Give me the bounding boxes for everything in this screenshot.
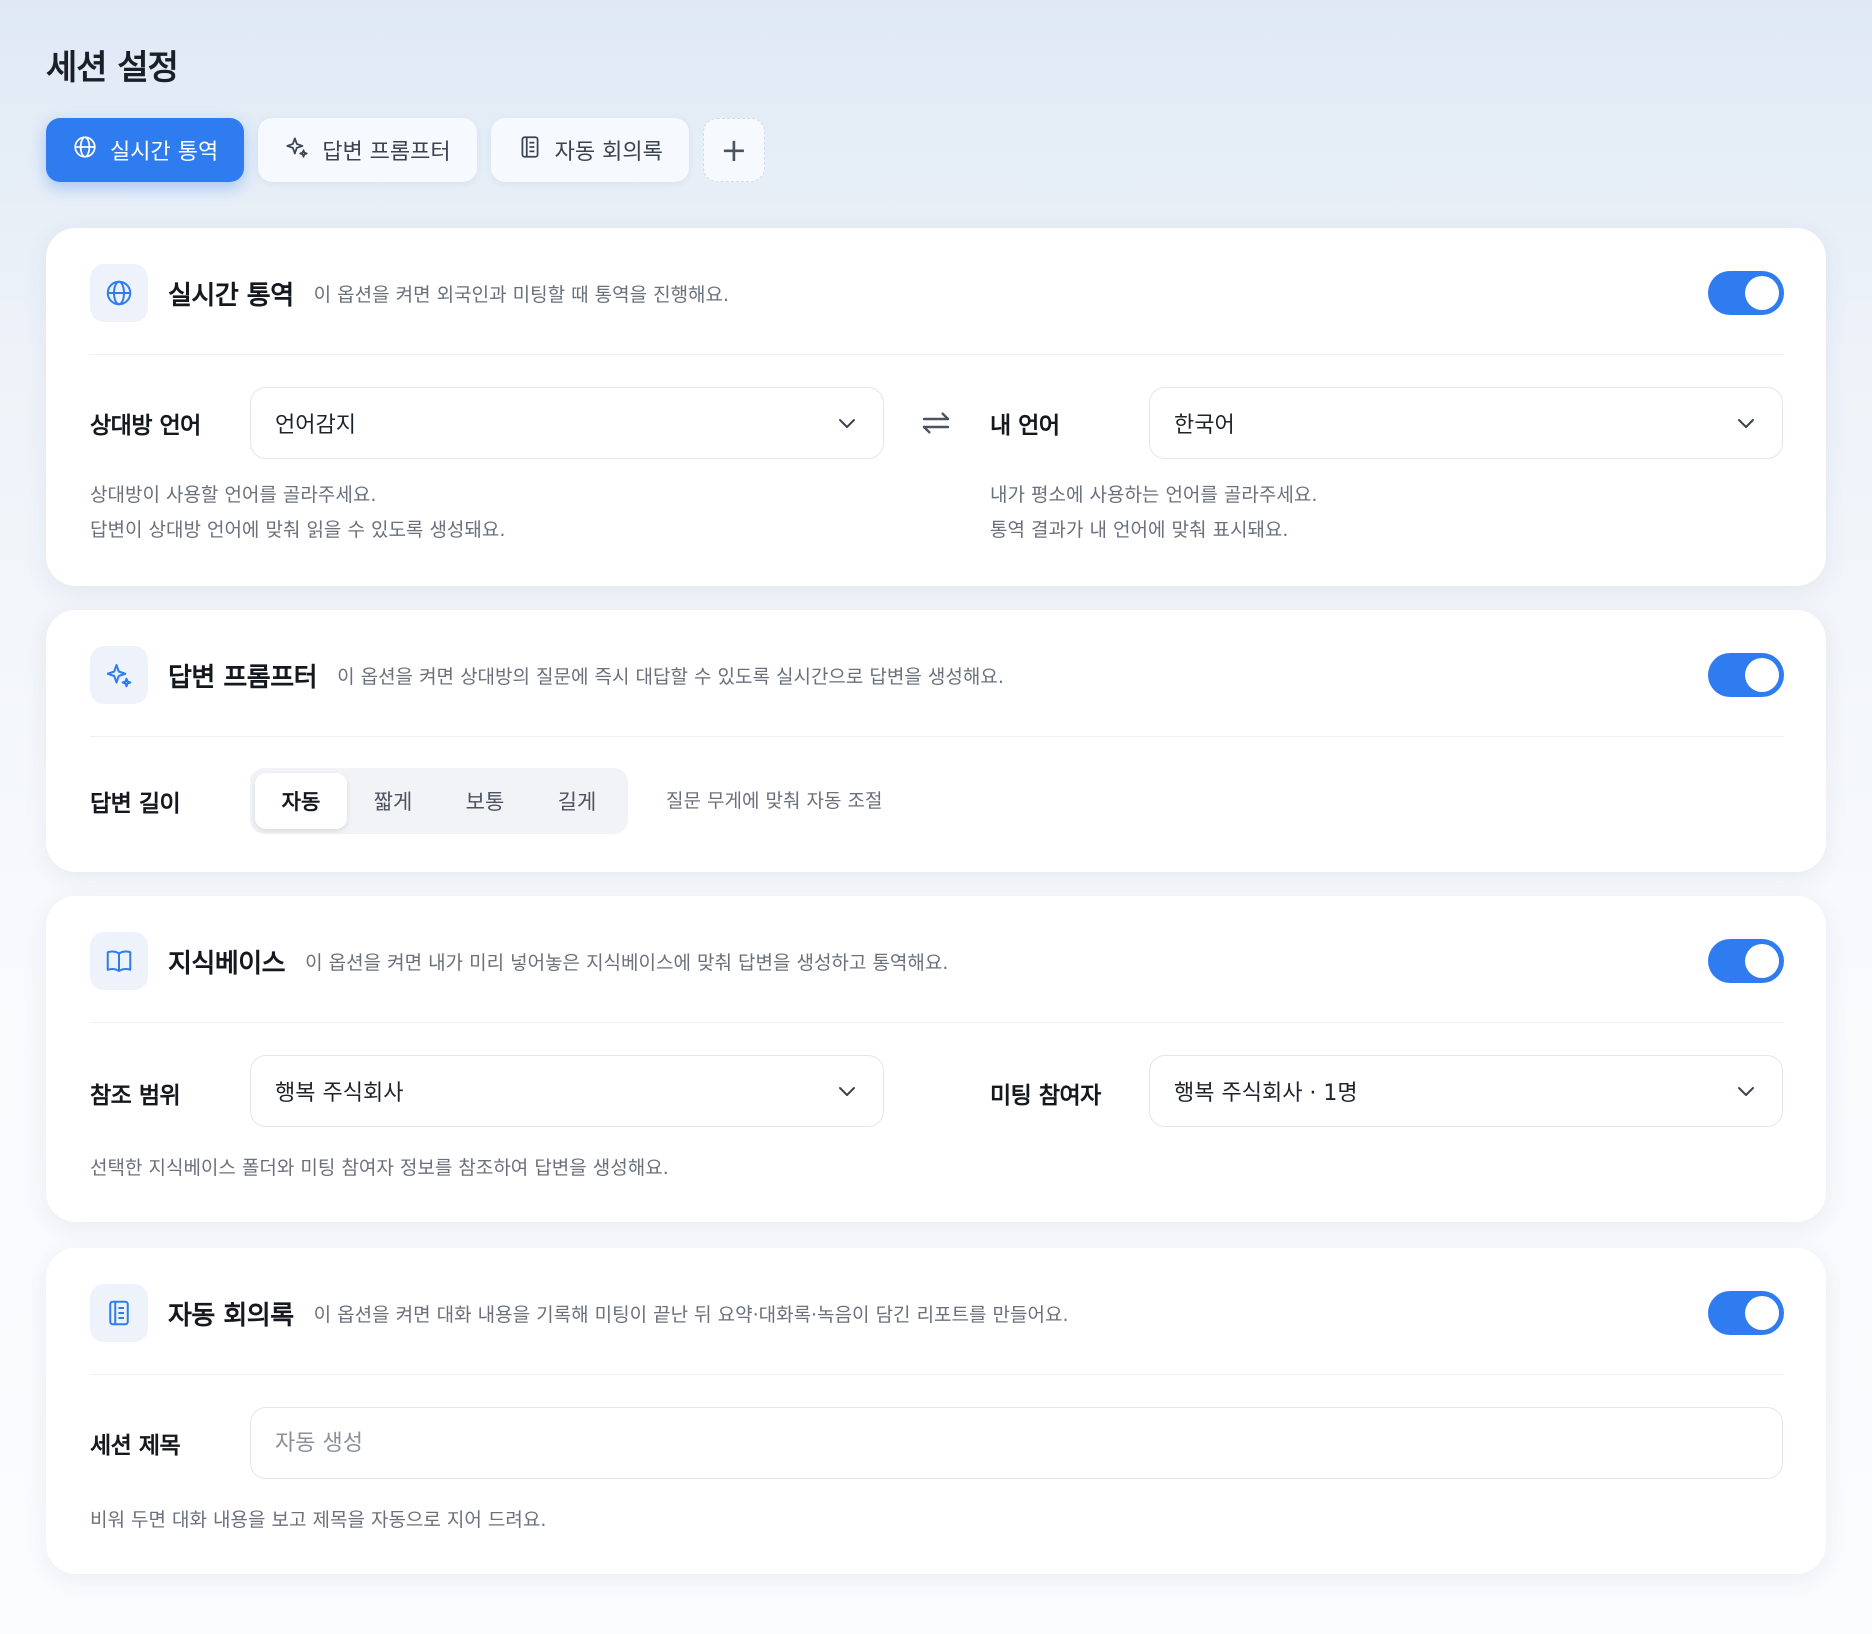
select-value: 한국어 [1174, 413, 1235, 438]
helper-line: 답변이 상대방 언어에 맞춰 읽을 수 있도록 생성돼요. [90, 519, 506, 541]
length-option-long[interactable]: 길게 [531, 773, 623, 829]
knowledge-helper: 선택한 지식베이스 폴더와 미팅 참여자 정보를 참조하여 답변을 생성해요. [90, 1157, 669, 1179]
knowledge-toggle[interactable] [1708, 939, 1784, 983]
length-option-medium[interactable]: 보통 [439, 773, 531, 829]
reference-scope-label: 참조 범위 [90, 1083, 181, 1109]
partner-language-select[interactable]: 언어감지 [250, 387, 884, 459]
chevron-down-icon [1738, 419, 1754, 428]
my-language-select[interactable]: 한국어 [1149, 387, 1783, 459]
sparkle-icon [284, 134, 310, 166]
divider [90, 354, 1784, 355]
prompter-toggle[interactable] [1708, 653, 1784, 697]
answer-length-label: 답변 길이 [90, 791, 181, 817]
minutes-toggle[interactable] [1708, 1291, 1784, 1335]
globe-icon [90, 264, 148, 322]
card-description: 이 옵션을 켜면 상대방의 질문에 즉시 대답할 수 있도록 실시간으로 답변을… [337, 665, 1004, 688]
tab-label: 답변 프롬프터 [322, 140, 451, 165]
divider [90, 736, 1784, 737]
interpretation-toggle[interactable] [1708, 271, 1784, 315]
page-title: 세션 설정 [46, 48, 179, 88]
partner-language-helper: 상대방이 사용할 언어를 골라주세요. 답변이 상대방 언어에 맞춰 읽을 수 … [90, 478, 505, 548]
select-value: 행복 주식회사 · 1명 [1174, 1081, 1358, 1106]
sparkle-icon [90, 646, 148, 704]
answer-length-segmented: 자동 짧게 보통 길게 [250, 768, 628, 834]
my-language-label: 내 언어 [990, 413, 1060, 439]
card-description: 이 옵션을 켜면 외국인과 미팅할 때 통역을 진행해요. [313, 283, 730, 306]
chevron-down-icon [1738, 1087, 1754, 1096]
knowledge-card: 지식베이스 이 옵션을 켜면 내가 미리 넣어놓은 지식베이스에 맞춰 답변을 … [46, 896, 1826, 1222]
interpretation-card: 실시간 통역 이 옵션을 켜면 외국인과 미팅할 때 통역을 진행해요. 상대방… [46, 228, 1826, 586]
select-value: 언어감지 [275, 413, 356, 438]
card-title: 답변 프롬프터 [168, 662, 318, 693]
session-title-helper: 비워 두면 대화 내용을 보고 제목을 자동으로 지어 드려요. [90, 1509, 547, 1531]
length-option-auto[interactable]: 자동 [255, 773, 347, 829]
partner-language-label: 상대방 언어 [90, 413, 201, 439]
minutes-card: 자동 회의록 이 옵션을 켜면 대화 내용을 기록해 미팅이 끝난 뒤 요약·대… [46, 1248, 1826, 1574]
globe-icon [72, 134, 98, 166]
chevron-down-icon [839, 1087, 855, 1096]
tab-minutes[interactable]: 자동 회의록 [490, 118, 689, 182]
tab-label: 자동 회의록 [554, 140, 663, 165]
helper-line: 내가 평소에 사용하는 언어를 골라주세요. [990, 484, 1318, 506]
prompter-card: 답변 프롬프터 이 옵션을 켜면 상대방의 질문에 즉시 대답할 수 있도록 실… [46, 610, 1826, 872]
answer-length-hint: 질문 무게에 맞춰 자동 조절 [666, 790, 883, 812]
divider [90, 1022, 1784, 1023]
feature-tabs: 실시간 통역 답변 프롬프터 자동 회의록 + [46, 118, 765, 182]
my-language-helper: 내가 평소에 사용하는 언어를 골라주세요. 통역 결과가 내 언어에 맞춰 표… [990, 478, 1317, 548]
helper-line: 상대방이 사용할 언어를 골라주세요. [90, 484, 377, 506]
session-title-label: 세션 제목 [90, 1433, 181, 1459]
swap-icon[interactable] [920, 407, 952, 439]
card-description: 이 옵션을 켜면 대화 내용을 기록해 미팅이 끝난 뒤 요약·대화록·녹음이 … [313, 1303, 1069, 1326]
card-title: 지식베이스 [168, 948, 286, 979]
divider [90, 1374, 1784, 1375]
chevron-down-icon [839, 419, 855, 428]
reference-scope-select[interactable]: 행복 주식회사 [250, 1055, 884, 1127]
card-title: 자동 회의록 [168, 1300, 294, 1331]
card-description: 이 옵션을 켜면 내가 미리 넣어놓은 지식베이스에 맞춰 답변을 생성하고 통… [305, 951, 949, 974]
helper-line: 통역 결과가 내 언어에 맞춰 표시돼요. [990, 519, 1289, 541]
tab-label: 실시간 통역 [110, 140, 219, 165]
add-tab-button[interactable]: + [702, 118, 765, 182]
participants-label: 미팅 참여자 [990, 1083, 1101, 1109]
document-icon [517, 134, 543, 166]
card-title: 실시간 통역 [168, 280, 294, 311]
participants-select[interactable]: 행복 주식회사 · 1명 [1149, 1055, 1783, 1127]
length-option-short[interactable]: 짧게 [347, 773, 439, 829]
document-icon [90, 1284, 148, 1342]
tab-prompter[interactable]: 답변 프롬프터 [258, 118, 477, 182]
book-icon [90, 932, 148, 990]
session-title-input[interactable] [250, 1407, 1783, 1479]
select-value: 행복 주식회사 [275, 1081, 404, 1106]
tab-interpretation[interactable]: 실시간 통역 [46, 118, 245, 182]
